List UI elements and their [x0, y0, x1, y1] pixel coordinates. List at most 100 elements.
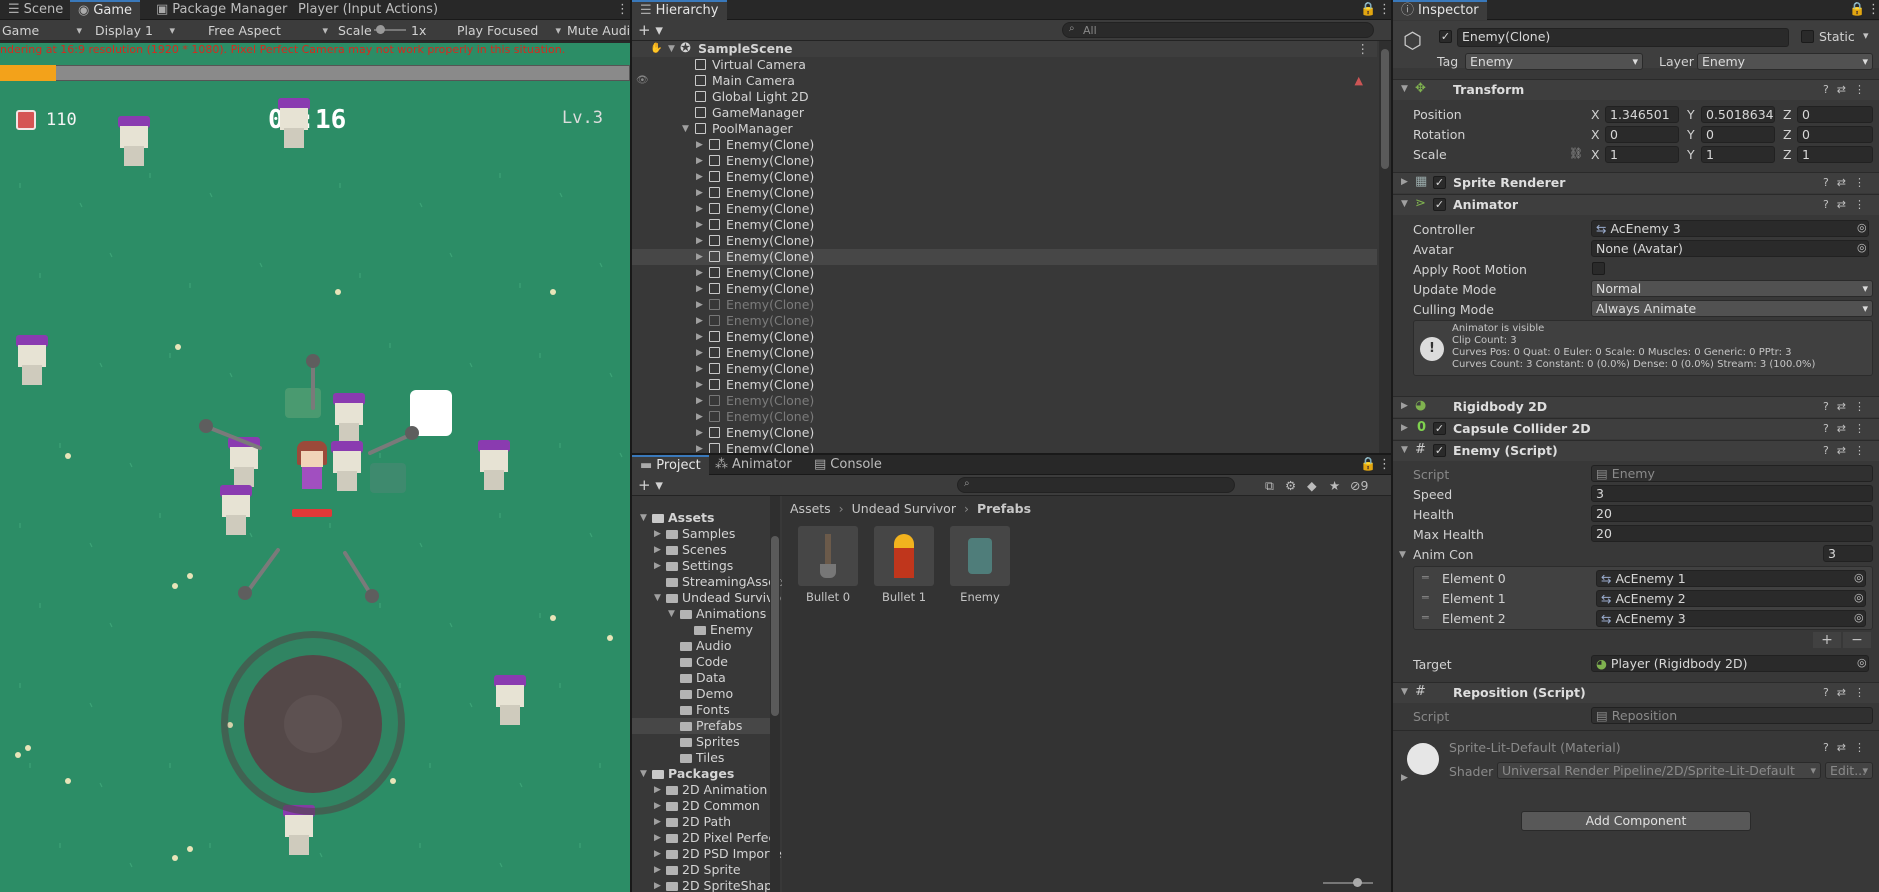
- expand-arrow-icon[interactable]: ▶: [696, 313, 703, 329]
- sprite-renderer-toggle[interactable]: ✓: [1433, 176, 1446, 189]
- project-folder-item[interactable]: ▶ 2D PSD Importer: [632, 846, 787, 862]
- rigidbody-header[interactable]: ▶ ◕ Rigidbody 2D ?⇄⋮: [1393, 396, 1879, 417]
- hierarchy-item[interactable]: GameManager: [632, 105, 1377, 121]
- breadcrumb-item[interactable]: Prefabs: [977, 501, 1031, 516]
- expand-arrow-icon[interactable]: ▶: [696, 185, 703, 201]
- hierarchy-item[interactable]: ▶ Enemy(Clone): [632, 201, 1377, 217]
- animator-header[interactable]: ▼ ⋗ ✓ Animator ?⇄⋮: [1393, 194, 1879, 215]
- expand-arrow-icon[interactable]: ▶: [696, 409, 703, 425]
- hierarchy-item[interactable]: ▶ Enemy(Clone): [632, 377, 1377, 393]
- collapse-arrow-icon[interactable]: ▼: [1401, 84, 1408, 94]
- collapse-arrow-icon[interactable]: ▼: [1401, 199, 1408, 209]
- collider-toggle[interactable]: ✓: [1433, 422, 1446, 435]
- project-folder-item[interactable]: Audio: [632, 638, 772, 654]
- hierarchy-item[interactable]: ▶ Enemy(Clone): [632, 185, 1377, 201]
- component-actions-icon[interactable]: ?⇄⋮: [1823, 444, 1873, 457]
- project-folder-item[interactable]: Sprites: [632, 734, 772, 750]
- scene-row[interactable]: ✋ ▼ ✪ SampleScene ⋮: [632, 41, 1377, 57]
- hierarchy-item[interactable]: ▶ Enemy(Clone): [632, 153, 1377, 169]
- hierarchy-scrollbar[interactable]: [1379, 41, 1391, 453]
- enemy-script-header[interactable]: ▼ # ✓ Enemy (Script) ?⇄⋮: [1393, 440, 1879, 461]
- drag-handle-icon[interactable]: ═: [1422, 591, 1429, 604]
- expand-arrow-icon[interactable]: ▶: [654, 782, 661, 798]
- speed-field[interactable]: 3: [1591, 485, 1873, 502]
- hierarchy-item[interactable]: ▶ Enemy(Clone): [632, 425, 1377, 441]
- object-picker-icon[interactable]: ◎: [1854, 591, 1864, 604]
- add-component-button[interactable]: Add Component: [1521, 811, 1751, 831]
- reposition-header[interactable]: ▼ # Reposition (Script) ?⇄⋮: [1393, 682, 1879, 703]
- create-asset-button[interactable]: + ▾: [638, 477, 663, 494]
- favorite-icon[interactable]: ★: [1329, 477, 1340, 494]
- expand-arrow-icon[interactable]: ▼: [640, 766, 647, 782]
- expand-arrow-icon[interactable]: ▶: [696, 441, 703, 453]
- play-mode-dropdown[interactable]: Play Focused: [457, 22, 561, 39]
- hierarchy-item[interactable]: 👁 Main Camera ▲: [632, 73, 1377, 89]
- layer-dropdown[interactable]: Enemy: [1697, 53, 1873, 70]
- expand-arrow-icon[interactable]: ▶: [696, 169, 703, 185]
- hierarchy-item[interactable]: ▶ Enemy(Clone): [632, 169, 1377, 185]
- hierarchy-item[interactable]: ▶ Enemy(Clone): [632, 345, 1377, 361]
- component-actions-icon[interactable]: ?⇄⋮: [1823, 176, 1873, 189]
- root-motion-toggle[interactable]: [1592, 262, 1605, 275]
- expand-arrow-icon[interactable]: ▶: [696, 137, 703, 153]
- hierarchy-item[interactable]: ▶ Enemy(Clone): [632, 361, 1377, 377]
- collapse-arrow-icon[interactable]: ▼: [1399, 550, 1406, 560]
- project-folder-item[interactable]: ▼ Animations: [632, 606, 772, 622]
- hierarchy-item[interactable]: ▶ Enemy(Clone): [632, 297, 1377, 313]
- tab-input-actions[interactable]: Player (Input Actions): [290, 0, 446, 20]
- list-add-button[interactable]: +: [1813, 632, 1841, 648]
- hierarchy-item[interactable]: ▶ Enemy(Clone): [632, 329, 1377, 345]
- expand-arrow-icon[interactable]: ▶: [654, 526, 661, 542]
- display-dropdown[interactable]: Display 1: [95, 22, 175, 39]
- transform-x-field[interactable]: 1: [1605, 146, 1679, 163]
- expand-arrow-icon[interactable]: ▶: [1401, 423, 1408, 433]
- element-field[interactable]: ⇆ AcEnemy 2: [1596, 590, 1866, 607]
- panel-menu-icon[interactable]: ⋮: [1370, 0, 1391, 20]
- component-actions-icon[interactable]: ?⇄⋮: [1823, 741, 1873, 754]
- shader-dropdown[interactable]: Universal Render Pipeline/2D/Sprite-Lit-…: [1497, 762, 1821, 779]
- expand-arrow-icon[interactable]: ▶: [654, 846, 661, 862]
- expand-arrow-icon[interactable]: ▶: [1401, 773, 1408, 783]
- project-folder-item[interactable]: ▼ Assets: [632, 510, 772, 526]
- transform-x-field[interactable]: 1.346501: [1605, 106, 1679, 123]
- tab-console[interactable]: ▤ Console: [806, 455, 890, 475]
- tab-game[interactable]: ◉ Game: [70, 0, 141, 20]
- expand-arrow-icon[interactable]: ▶: [654, 830, 661, 846]
- max-health-field[interactable]: 20: [1591, 525, 1873, 542]
- drag-handle-icon[interactable]: ═: [1422, 611, 1429, 624]
- transform-z-field[interactable]: 0: [1797, 126, 1873, 143]
- avatar-field[interactable]: None (Avatar): [1591, 240, 1869, 257]
- hierarchy-item[interactable]: ▶ Enemy(Clone): [632, 441, 1377, 453]
- project-folder-item[interactable]: ▶ 2D Animation: [632, 782, 772, 798]
- project-folder-item[interactable]: ▶ 2D SpriteShape: [632, 878, 780, 892]
- project-folder-item[interactable]: ▼ Undead Survivor: [632, 590, 786, 606]
- expand-arrow-icon[interactable]: ▶: [696, 217, 703, 233]
- constrain-proportions-icon[interactable]: ⛓: [1569, 147, 1583, 160]
- project-folder-item[interactable]: Demo: [632, 686, 772, 702]
- expand-arrow-icon[interactable]: ▶: [696, 329, 703, 345]
- tab-inspector[interactable]: ⓘ Inspector: [1393, 0, 1487, 20]
- hierarchy-item[interactable]: ▼ PoolManager: [632, 121, 1377, 137]
- expand-arrow-icon[interactable]: ▶: [696, 393, 703, 409]
- expand-arrow-icon[interactable]: ▶: [696, 233, 703, 249]
- tab-package-manager[interactable]: ▣ Package Manager: [148, 0, 295, 20]
- scene-menu-icon[interactable]: ⋮: [1357, 41, 1370, 57]
- hierarchy-item[interactable]: ▶ Enemy(Clone): [632, 249, 1377, 265]
- project-folder-item[interactable]: ▶ Settings: [632, 558, 772, 574]
- expand-arrow-icon[interactable]: ▶: [696, 153, 703, 169]
- expand-arrow-icon[interactable]: ▶: [696, 361, 703, 377]
- thumbnail-size-slider[interactable]: [1323, 878, 1373, 887]
- component-actions-icon[interactable]: ?⇄⋮: [1823, 198, 1873, 211]
- enemy-script-toggle[interactable]: ✓: [1433, 444, 1446, 457]
- project-folder-item[interactable]: StreamingAssets: [632, 574, 787, 590]
- eye-icon[interactable]: ✋: [650, 41, 662, 57]
- tab-animator[interactable]: ⁂ Animator: [707, 455, 800, 475]
- hierarchy-item[interactable]: ▶ Enemy(Clone): [632, 393, 1377, 409]
- expand-arrow-icon[interactable]: ▶: [654, 558, 661, 574]
- project-tree-scrollbar[interactable]: [770, 496, 780, 892]
- expand-arrow-icon[interactable]: ▶: [696, 377, 703, 393]
- asset-tile[interactable]: Bullet 1: [874, 526, 934, 606]
- tag-dropdown[interactable]: Enemy: [1465, 53, 1643, 70]
- transform-header[interactable]: ▼ ✥ Transform ?⇄⋮: [1393, 79, 1879, 100]
- scale-slider-handle[interactable]: [376, 25, 385, 34]
